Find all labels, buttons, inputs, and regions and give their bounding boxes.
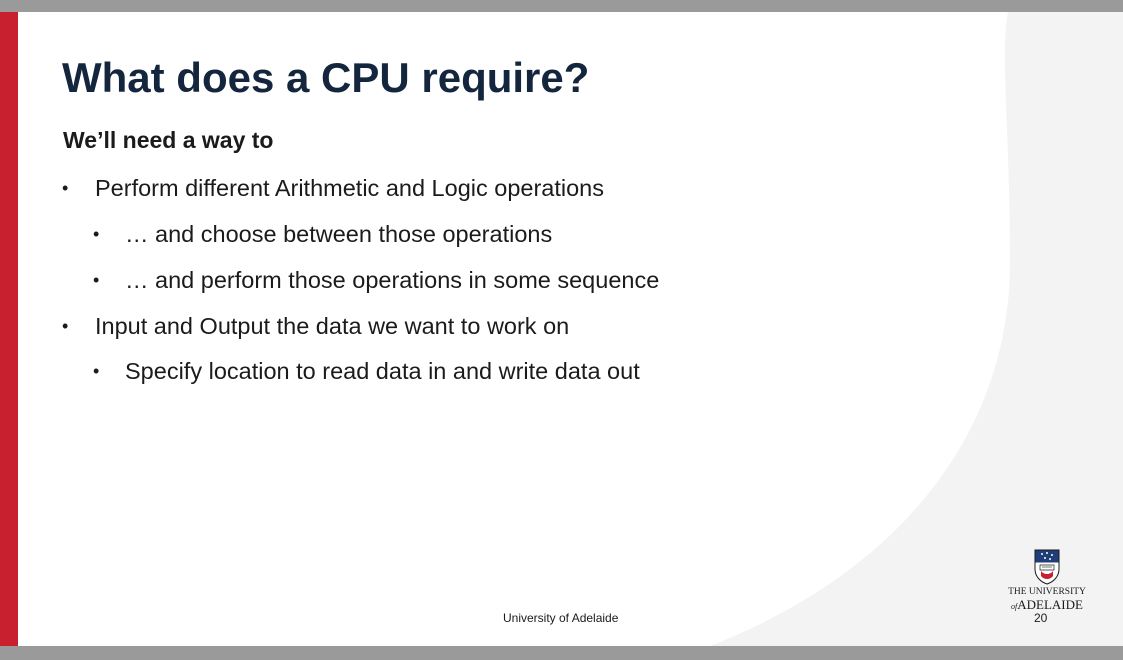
bullet-text: Input and Output the data we want to wor… bbox=[95, 313, 570, 339]
university-crest-icon bbox=[1034, 549, 1060, 585]
logo-text-name: ADELAIDE bbox=[1017, 597, 1083, 612]
accent-bar bbox=[0, 12, 18, 646]
bullet-glyph: • bbox=[93, 361, 100, 381]
slide: What does a CPU require? We’ll need a wa… bbox=[0, 12, 1123, 646]
bullet-glyph: • bbox=[93, 270, 100, 290]
presentation-window: What does a CPU require? We’ll need a wa… bbox=[0, 0, 1123, 660]
slide-subtitle: We’ll need a way to bbox=[63, 127, 274, 153]
bullet-text: … and perform those operations in some s… bbox=[125, 267, 660, 293]
bullet-glyph: • bbox=[62, 316, 69, 336]
university-logo: THE UNIVERSITY ofADELAIDE bbox=[1002, 549, 1092, 619]
slide-footer: University of Adelaide bbox=[503, 611, 619, 625]
bullet-text: Specify location to read data in and wri… bbox=[125, 358, 640, 384]
bullet-text: Perform different Arithmetic and Logic o… bbox=[95, 175, 605, 201]
bullet-glyph: • bbox=[93, 224, 100, 244]
slide-number: 20 bbox=[1034, 611, 1048, 625]
bullet-glyph: • bbox=[62, 178, 69, 198]
slide-title: What does a CPU require? bbox=[62, 54, 590, 101]
bullet-text: … and choose between those operations bbox=[125, 221, 553, 247]
